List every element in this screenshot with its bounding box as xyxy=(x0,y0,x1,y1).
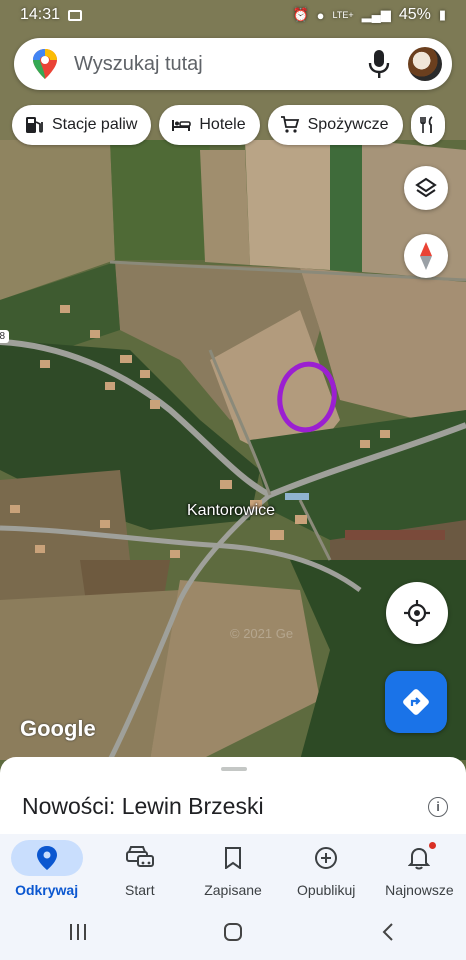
gallery-notification-icon xyxy=(68,9,83,21)
tab-start[interactable]: Start xyxy=(93,834,186,904)
restaurant-icon xyxy=(419,116,433,133)
tab-saved[interactable]: Zapisane xyxy=(186,834,279,904)
location-pin-icon xyxy=(36,846,57,870)
search-input[interactable]: Wyszukaj tutaj xyxy=(74,53,368,76)
tab-icon-container xyxy=(197,840,269,876)
home-icon xyxy=(223,923,242,941)
tab-icon-container xyxy=(290,840,362,876)
chip-hotels[interactable]: Hotele xyxy=(159,105,260,145)
chip-label: Stacje paliw xyxy=(52,116,138,133)
tab-label: Zapisane xyxy=(204,882,262,898)
alarm-icon: ⏰ xyxy=(292,7,309,22)
clock: 14:31 xyxy=(20,6,61,23)
back-icon xyxy=(382,923,394,941)
tab-label: Odkrywaj xyxy=(15,882,79,898)
sheet-title: Nowości: Lewin Brzeski xyxy=(22,793,264,819)
tab-contribute[interactable]: Opublikuj xyxy=(280,834,373,904)
road-number-badge: 58 xyxy=(0,330,10,343)
bookmark-icon xyxy=(225,847,241,869)
bell-icon xyxy=(408,847,431,870)
svg-text:© 2021 Ge: © 2021 Ge xyxy=(230,626,293,641)
cart-icon xyxy=(280,116,299,133)
search-bar[interactable]: Wyszukaj tutaj xyxy=(14,38,452,90)
layers-button[interactable] xyxy=(404,166,448,210)
recent-apps-icon xyxy=(69,924,86,940)
tab-icon-container xyxy=(104,840,176,876)
bed-icon xyxy=(172,120,192,131)
network-type: LTE+ xyxy=(332,10,354,20)
google-attribution: Google xyxy=(20,716,96,741)
bottom-sheet[interactable]: Nowości: Lewin Brzeski i xyxy=(0,757,466,842)
signal-icon: ▂▄▆ xyxy=(361,7,391,22)
sheet-drag-handle[interactable] xyxy=(221,767,247,771)
bottom-navigation: Odkrywaj Start Zapisane Opublikuj Najnow… xyxy=(0,834,466,904)
tab-explore[interactable]: Odkrywaj xyxy=(0,834,93,904)
car-icon xyxy=(125,846,154,867)
compass-button[interactable] xyxy=(404,234,448,278)
chip-label: Hotele xyxy=(199,116,246,133)
place-label: Kantorowice xyxy=(187,502,276,519)
add-circle-icon xyxy=(315,847,338,869)
category-chips: Stacje paliw Hotele Spożywcze xyxy=(12,105,445,145)
layers-icon xyxy=(415,177,437,198)
home-button[interactable] xyxy=(213,917,253,947)
tab-label: Najnowsze xyxy=(385,882,454,898)
google-maps-logo-icon xyxy=(33,49,57,79)
chip-label: Spożywcze xyxy=(307,116,389,133)
system-navigation-bar xyxy=(0,904,466,960)
location-status-icon: ● xyxy=(316,7,325,23)
my-location-button[interactable] xyxy=(386,582,448,644)
notification-dot xyxy=(428,842,436,849)
status-bar: 14:31 ⏰ ● LTE+ ▂▄▆ 45% ▮ xyxy=(0,0,466,30)
directions-icon xyxy=(403,689,429,715)
tab-label: Opublikuj xyxy=(297,882,356,898)
info-icon[interactable]: i xyxy=(428,797,448,817)
gas-station-icon xyxy=(26,117,43,133)
tab-icon-container xyxy=(10,840,83,876)
chip-restaurants[interactable] xyxy=(410,105,445,145)
avatar[interactable] xyxy=(408,47,442,81)
chip-gas-stations[interactable]: Stacje paliw xyxy=(12,105,152,145)
tab-label: Start xyxy=(125,882,155,898)
back-button[interactable] xyxy=(368,917,408,947)
battery-icon: ▮ xyxy=(438,7,446,22)
crosshair-icon xyxy=(404,600,430,626)
microphone-icon[interactable] xyxy=(368,50,390,78)
battery-percent: 45% xyxy=(398,6,431,23)
tab-icon-container xyxy=(383,840,455,876)
directions-button[interactable] xyxy=(385,671,447,733)
recent-apps-button[interactable] xyxy=(58,917,98,947)
compass-icon xyxy=(420,242,432,270)
tab-updates[interactable]: Najnowsze xyxy=(373,834,466,904)
chip-groceries[interactable]: Spożywcze xyxy=(267,105,403,145)
